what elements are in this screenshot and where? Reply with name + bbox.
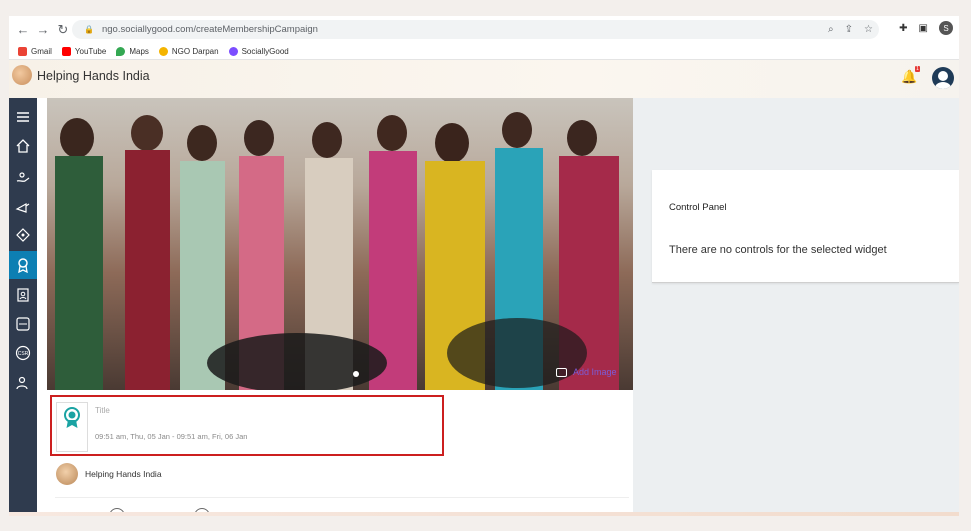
share-icon[interactable]: ⇪: [845, 24, 853, 35]
organizer-row: Helping Hands India: [56, 463, 162, 485]
carousel-dot[interactable]: [353, 371, 359, 377]
menu-icon: [17, 112, 29, 122]
contacts-icon: [17, 288, 29, 302]
youtube-icon: [61, 46, 71, 56]
add-image-button[interactable]: Add Image: [556, 367, 617, 377]
control-panel: Control Panel There are no controls for …: [652, 170, 959, 283]
app-header: Helping Hands India 🔔 1: [9, 60, 959, 98]
group-photo: [55, 112, 619, 390]
svg-text:CSR: CSR: [18, 351, 29, 357]
card-title-field[interactable]: Title: [95, 406, 110, 415]
campaign-cover-image: Add Image: [47, 98, 633, 390]
membership-award-icon: [64, 407, 80, 428]
sidebar-item-campaigns[interactable]: [9, 194, 37, 220]
ngo-darpan-icon: [158, 46, 168, 56]
card-date-range: 09:51 am, Thu, 05 Jan - 09:51 am, Fri, 0…: [95, 432, 248, 441]
image-icon: [556, 367, 567, 377]
organizer-name: Helping Hands India: [85, 469, 162, 479]
user-avatar[interactable]: [932, 67, 954, 89]
divider: [55, 497, 629, 498]
control-area: [633, 98, 959, 516]
sociallygood-icon: [228, 46, 238, 56]
org-logo: [12, 65, 32, 85]
sidebar-item-membership[interactable]: [9, 251, 37, 279]
bookmark-sociallygood[interactable]: SociallyGood: [228, 46, 289, 56]
sidebar-item-home[interactable]: [9, 133, 37, 159]
card-thumbnail: [56, 402, 88, 452]
org-avatar: [56, 463, 78, 485]
membership-badge-icon: [18, 258, 28, 273]
sidebar-item-csr[interactable]: CSR: [9, 340, 37, 366]
profile-avatar[interactable]: S: [939, 21, 953, 35]
back-icon[interactable]: ←: [13, 22, 33, 37]
campaign-card[interactable]: Title 09:51 am, Thu, 05 Jan - 09:51 am, …: [50, 395, 444, 456]
control-panel-message: There are no controls for the selected w…: [669, 244, 887, 256]
control-panel-title: Control Panel: [669, 202, 727, 213]
csr-icon: CSR: [15, 345, 31, 361]
campaign-icon: [15, 202, 30, 213]
lock-icon: 🔒: [84, 25, 94, 34]
sidebar-item-ngo[interactable]: [9, 311, 37, 337]
reload-icon[interactable]: ↻: [53, 22, 73, 38]
bookmark-star-icon[interactable]: ☆: [864, 24, 873, 35]
zoom-icon[interactable]: ⌕: [828, 24, 834, 35]
url-text: ngo.sociallygood.com/createMembershipCam…: [101, 24, 318, 35]
bookmarks-bar: Gmail YouTube Maps NGO Darpan SociallyGo…: [9, 43, 959, 60]
sidebar-menu[interactable]: [9, 104, 37, 130]
notification-badge: 1: [915, 66, 920, 72]
volunteers-icon: [16, 376, 28, 390]
forward-icon[interactable]: →: [33, 22, 53, 37]
sidebar-item-tags[interactable]: [9, 222, 37, 248]
sidebar-item-volunteers[interactable]: [9, 370, 37, 396]
browser-window: ← → ↻ 🔒 ngo.sociallygood.com/createMembe…: [9, 16, 959, 516]
browser-toolbar: ← → ↻ 🔒 ngo.sociallygood.com/createMembe…: [9, 16, 959, 43]
ngo-icon: [16, 317, 30, 331]
bookmark-youtube[interactable]: YouTube: [61, 46, 106, 56]
sidepanel-icon[interactable]: ▣: [919, 23, 928, 34]
page-bottom-edge: [9, 512, 959, 516]
gmail-icon: [18, 46, 27, 56]
bookmark-ngo-darpan[interactable]: NGO Darpan: [158, 46, 219, 56]
address-bar[interactable]: 🔒 ngo.sociallygood.com/createMembershipC…: [72, 20, 879, 39]
bookmark-gmail[interactable]: Gmail: [18, 46, 52, 56]
bookmark-maps[interactable]: Maps: [116, 46, 149, 56]
org-name: Helping Hands India: [37, 69, 150, 83]
tag-icon: [16, 228, 30, 242]
sidebar: CSR: [9, 98, 37, 516]
home-icon: [16, 139, 30, 153]
sidebar-item-donations[interactable]: [9, 164, 37, 190]
maps-icon: [116, 46, 126, 56]
extensions-icon[interactable]: ✚: [899, 23, 907, 34]
donate-hand-icon: [16, 172, 30, 182]
sidebar-item-contacts[interactable]: [9, 282, 37, 308]
